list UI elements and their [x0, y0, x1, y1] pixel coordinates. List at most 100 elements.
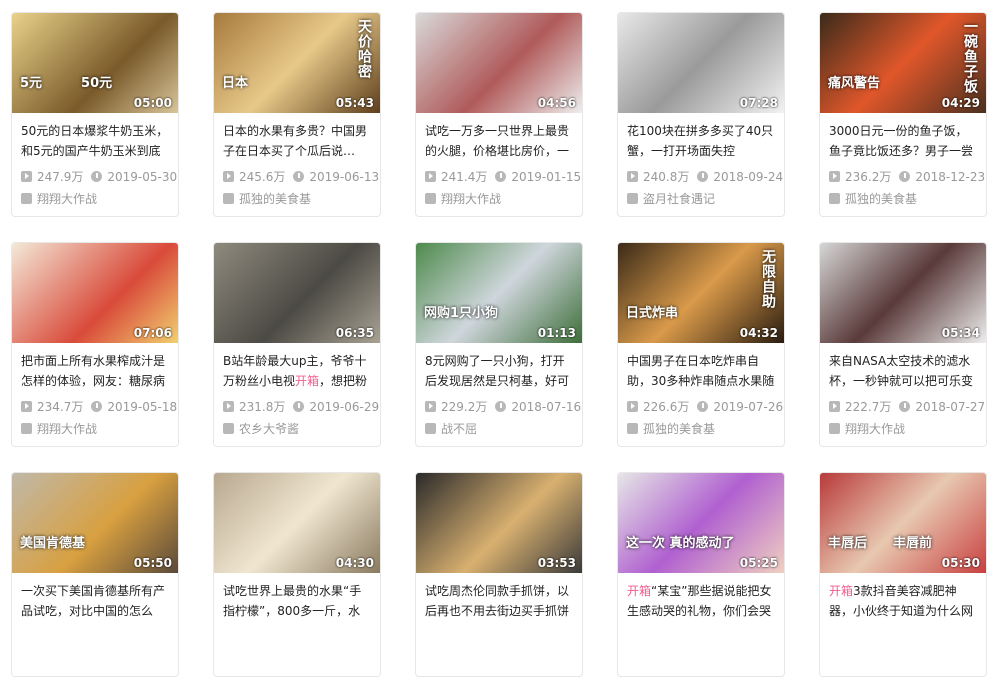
video-card[interactable]: 03:53 试吃周杰伦同款手抓饼，以后再也不用去街边买手抓饼 [415, 472, 583, 677]
video-title[interactable]: 试吃一万多一只世界上最贵的火腿，价格堪比房价，一 [425, 121, 573, 161]
uploader-row[interactable]: 翔翔大作战 [425, 190, 573, 208]
video-card[interactable]: 网购1只小狗 01:13 8元网购了一只小狗，打开后发现居然是只柯基，好可 229.2… [415, 242, 583, 447]
video-card[interactable]: 一碗鱼子饭痛风警告 04:29 3000日元一份的鱼子饭，鱼子竟比饭还多？男子一尝竟… [819, 12, 987, 217]
video-stats: 226.6万 2019-07-26 [627, 398, 783, 416]
video-title[interactable]: B站年龄最大up主，爷爷十万粉丝小电视开箱，想把粉 [223, 351, 371, 391]
video-thumbnail[interactable]: 这一次 真的感动了 05:25 [618, 473, 784, 573]
video-thumbnail[interactable]: 03:53 [416, 473, 582, 573]
uploader-icon [425, 423, 436, 434]
video-title[interactable]: 8元网购了一只小狗，打开后发现居然是只柯基，好可 [425, 351, 573, 391]
uploader-name[interactable]: 孤独的美食基 [845, 192, 917, 206]
video-card[interactable]: 04:30 试吃世界上最贵的水果“手指柠檬”，800多一斤，水果中 [213, 472, 381, 677]
uploader-row[interactable]: 盗月社食遇记 [627, 190, 775, 208]
video-card[interactable]: 5元 50元 05:00 50元的日本爆浆牛奶玉米，和5元的国产牛奶玉米到底 247.… [11, 12, 179, 217]
publish-date: 2019-06-13 [309, 170, 380, 184]
video-title[interactable]: 一次买下美国肯德基所有产品试吃，对比中国的怎么 [21, 581, 169, 621]
uploader-name[interactable]: 孤独的美食基 [239, 192, 311, 206]
video-thumbnail[interactable]: 5元 50元 05:00 [12, 13, 178, 113]
thumbnail-caption: 痛风警告 [828, 76, 881, 91]
uploader-row[interactable]: 翔翔大作战 [21, 420, 169, 438]
uploader-row[interactable] [223, 650, 371, 668]
video-duration: 05:50 [133, 556, 172, 570]
title-tag: 开箱 [295, 374, 320, 388]
uploader-name[interactable]: 盗月社食遇记 [643, 192, 715, 206]
video-card[interactable]: 07:28 花100块在拼多多买了40只蟹，一打开场面失控 240.8万 2018-0… [617, 12, 785, 217]
uploader-row[interactable]: 孤独的美食基 [627, 420, 775, 438]
video-card[interactable]: 06:35 B站年龄最大up主，爷爷十万粉丝小电视开箱，想把粉 231.8万 2019… [213, 242, 381, 447]
video-title[interactable]: 开箱3款抖音美容减肥神器，小伙终于知道为什么网 [829, 581, 977, 621]
uploader-name[interactable]: 翔翔大作战 [37, 192, 97, 206]
publish-date: 2018-09-24 [713, 170, 784, 184]
play-count-icon [425, 401, 436, 412]
video-title[interactable]: 试吃世界上最贵的水果“手指柠檬”，800多一斤，水果中 [223, 581, 371, 621]
video-card[interactable]: 天价哈密 日本 05:43 日本的水果有多贵？中国男子在日本买了个瓜后说… 245.6万… [213, 12, 381, 217]
uploader-row[interactable] [21, 650, 169, 668]
video-duration: 05:43 [335, 96, 374, 110]
view-count: 226.6万 [643, 400, 690, 414]
video-title[interactable]: 中国男子在日本吃炸串自助，30多种炸串随点水果随 [627, 351, 775, 391]
video-thumbnail[interactable]: 07:28 [618, 13, 784, 113]
video-card[interactable]: 丰唇后 丰唇前 05:30 开箱3款抖音美容减肥神器，小伙终于知道为什么网 [819, 472, 987, 677]
video-thumbnail[interactable]: 05:34 [820, 243, 986, 343]
uploader-row[interactable]: 翔翔大作战 [829, 420, 977, 438]
uploader-row[interactable] [627, 650, 775, 668]
clock-icon [899, 401, 911, 412]
play-count-icon [425, 171, 436, 182]
video-stats [425, 628, 573, 646]
uploader-row[interactable]: 孤独的美食基 [829, 190, 977, 208]
video-thumbnail[interactable]: 天价哈密 日本 05:43 [214, 13, 380, 113]
video-card[interactable]: 05:34 来自NASA太空技术的滤水杯，一秒钟就可以把可乐变 222.7万 2018… [819, 242, 987, 447]
video-thumbnail[interactable]: 丰唇后 丰唇前 05:30 [820, 473, 986, 573]
view-count: 229.2万 [441, 400, 488, 414]
video-title[interactable]: 试吃周杰伦同款手抓饼，以后再也不用去街边买手抓饼 [425, 581, 573, 621]
uploader-icon [627, 193, 638, 204]
video-thumbnail[interactable]: 04:30 [214, 473, 380, 573]
video-card[interactable]: 无限自助 日式炸串 04:32 中国男子在日本吃炸串自助，30多种炸串随点水果随 226… [617, 242, 785, 447]
video-thumbnail[interactable]: 07:06 [12, 243, 178, 343]
uploader-row[interactable]: 战不屈 [425, 420, 573, 438]
video-title[interactable]: 日本的水果有多贵？中国男子在日本买了个瓜后说… [223, 121, 371, 161]
play-count-icon [21, 171, 32, 182]
video-thumbnail[interactable]: 美国肯德基 05:50 [12, 473, 178, 573]
view-count: 247.9万 [37, 170, 84, 184]
video-title[interactable]: 3000日元一份的鱼子饭，鱼子竟比饭还多？男子一尝竟 [829, 121, 977, 161]
uploader-row[interactable] [829, 650, 977, 668]
video-duration: 04:56 [537, 96, 576, 110]
video-card[interactable]: 07:06 把市面上所有水果榨成汁是怎样的体验，网友：糖尿病 234.7万 2019-… [11, 242, 179, 447]
video-card[interactable]: 04:56 试吃一万多一只世界上最贵的火腿，价格堪比房价，一 241.4万 2019-… [415, 12, 583, 217]
video-stats [627, 628, 775, 646]
play-count-icon [627, 171, 638, 182]
uploader-name[interactable]: 翔翔大作战 [845, 422, 905, 436]
video-thumbnail[interactable]: 一碗鱼子饭 痛风警告 04:29 [820, 13, 986, 113]
uploader-name[interactable]: 战不屈 [441, 422, 477, 436]
video-card[interactable]: 这一次 真的感动了 05:25 开箱“某宝”那些据说能把女生感动哭的礼物，你们会哭 [617, 472, 785, 677]
uploader-name[interactable]: 孤独的美食基 [643, 422, 715, 436]
video-title[interactable]: 开箱“某宝”那些据说能把女生感动哭的礼物，你们会哭 [627, 581, 775, 621]
video-duration: 04:30 [335, 556, 374, 570]
uploader-row[interactable]: 孤独的美食基 [223, 190, 371, 208]
video-thumbnail[interactable]: 06:35 [214, 243, 380, 343]
uploader-name[interactable]: 农乡大爷酱 [239, 422, 299, 436]
video-title[interactable]: 把市面上所有水果榨成汁是怎样的体验，网友：糖尿病 [21, 351, 169, 391]
video-duration: 03:53 [537, 556, 576, 570]
view-count: 236.2万 [845, 170, 892, 184]
video-title[interactable]: 花100块在拼多多买了40只蟹，一打开场面失控 [627, 121, 775, 161]
uploader-row[interactable]: 翔翔大作战 [21, 190, 169, 208]
uploader-name[interactable]: 翔翔大作战 [441, 192, 501, 206]
uploader-name[interactable]: 翔翔大作战 [37, 422, 97, 436]
view-count: 240.8万 [643, 170, 690, 184]
video-grid: 5元 50元 05:00 50元的日本爆浆牛奶玉米，和5元的国产牛奶玉米到底 247.… [0, 0, 1005, 677]
video-title[interactable]: 50元的日本爆浆牛奶玉米，和5元的国产牛奶玉米到底 [21, 121, 169, 161]
uploader-row[interactable] [425, 650, 573, 668]
view-count: 222.7万 [845, 400, 892, 414]
thumbnail-caption: 网购1只小狗 [424, 306, 499, 321]
video-card[interactable]: 美国肯德基 05:50 一次买下美国肯德基所有产品试吃，对比中国的怎么 [11, 472, 179, 677]
video-thumbnail[interactable]: 无限自助 日式炸串 04:32 [618, 243, 784, 343]
uploader-row[interactable]: 农乡大爷酱 [223, 420, 371, 438]
view-count: 241.4万 [441, 170, 488, 184]
video-title[interactable]: 来自NASA太空技术的滤水杯，一秒钟就可以把可乐变 [829, 351, 977, 391]
publish-date: 2018-07-16 [511, 400, 582, 414]
video-stats [21, 628, 169, 646]
video-thumbnail[interactable]: 网购1只小狗 01:13 [416, 243, 582, 343]
video-thumbnail[interactable]: 04:56 [416, 13, 582, 113]
